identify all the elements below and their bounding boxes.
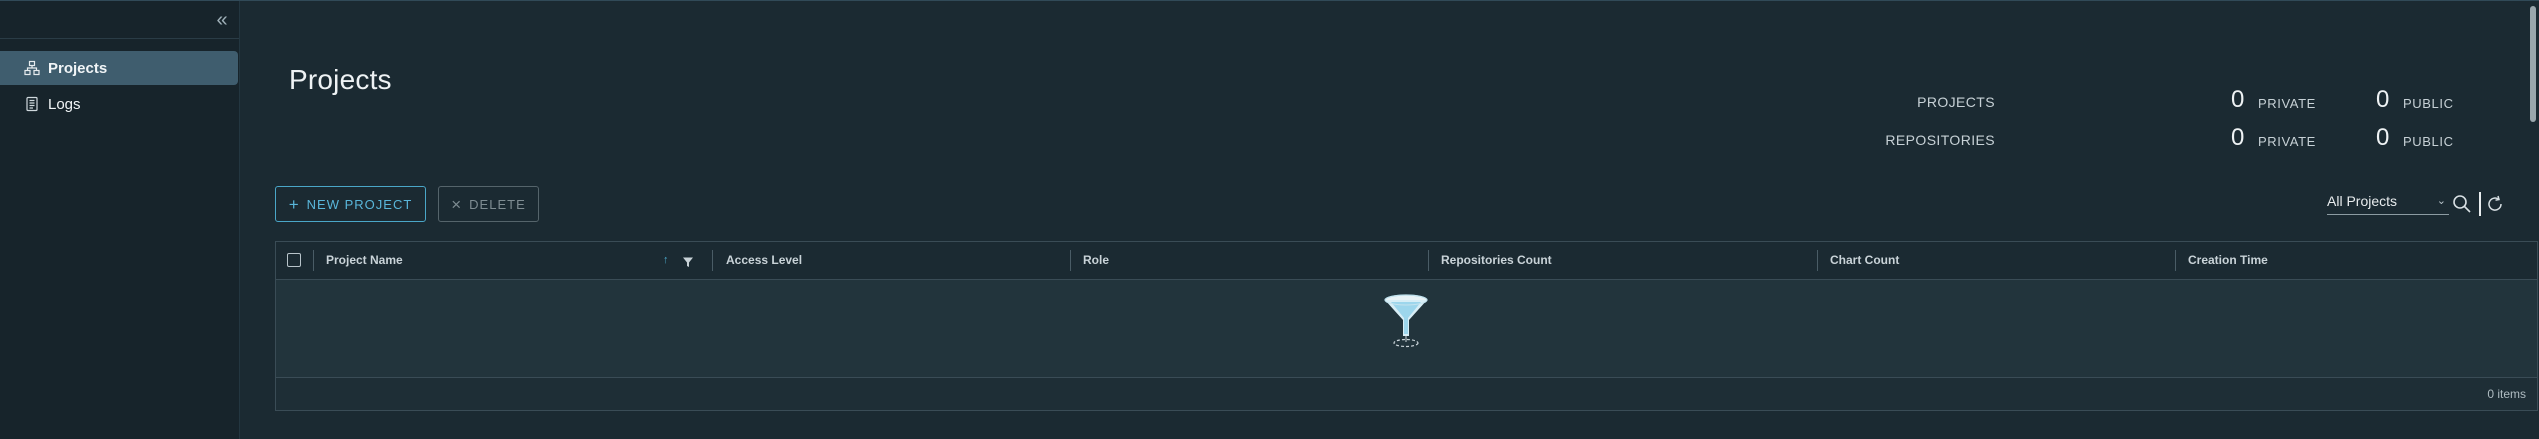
new-project-label: NEW PROJECT [306, 196, 413, 212]
repositories-public-count: 0 [2376, 124, 2390, 151]
collapse-sidebar-button[interactable]: « [212, 10, 232, 30]
projects-table: Project Name ↑ Access Level Role Reposit… [275, 241, 2538, 411]
column-header-chart-count[interactable]: Chart Count [1830, 242, 1899, 279]
logs-icon [24, 96, 40, 112]
repositories-public-label: PUBLIC [2403, 134, 2454, 149]
sidebar-item-label: Logs [48, 95, 81, 113]
column-separator [2175, 250, 2176, 271]
project-filter-value: All Projects [2327, 193, 2398, 209]
repositories-private-count: 0 [2231, 124, 2245, 151]
column-header-repositories-count[interactable]: Repositories Count [1441, 242, 1552, 279]
projects-icon [24, 60, 40, 76]
sidebar-item-label: Projects [48, 59, 108, 77]
column-separator [1817, 250, 1818, 271]
delete-button[interactable]: × DELETE [438, 186, 539, 222]
chevron-down-icon: ⌄ [2436, 195, 2446, 207]
repositories-private-label: PRIVATE [2258, 134, 2316, 149]
column-header-access-level[interactable]: Access Level [726, 242, 802, 279]
search-icon[interactable] [2451, 193, 2473, 215]
new-project-button[interactable]: + NEW PROJECT [275, 186, 426, 222]
delete-label: DELETE [469, 196, 526, 212]
refresh-icon[interactable] [2484, 193, 2506, 215]
projects-private-count: 0 [2231, 86, 2245, 113]
projects-public-label: PUBLIC [2403, 96, 2454, 111]
projects-stat-label: PROJECTS [1917, 94, 1995, 110]
close-icon: × [451, 194, 463, 214]
column-header-role[interactable]: Role [1083, 242, 1109, 279]
table-header: Project Name ↑ Access Level Role Reposit… [276, 242, 2537, 280]
sidebar-item-projects[interactable]: Projects [0, 51, 238, 85]
empty-funnel-icon [1381, 292, 1431, 352]
select-all-checkbox[interactable] [287, 253, 301, 267]
project-filter-select[interactable]: All Projects ⌄ [2327, 193, 2449, 215]
column-header-project-name[interactable]: Project Name [326, 242, 403, 279]
column-separator [1428, 250, 1429, 271]
table-footer: 0 items [276, 377, 2537, 411]
empty-placeholder [276, 280, 2537, 377]
page-scrollbar[interactable] [2530, 6, 2536, 122]
toolbar-divider [2479, 192, 2481, 216]
sort-ascending-icon[interactable]: ↑ [663, 242, 669, 279]
projects-public-count: 0 [2376, 86, 2390, 113]
items-count: 0 items [2487, 387, 2526, 401]
column-separator [313, 250, 314, 271]
sidebar-item-logs[interactable]: Logs [0, 87, 238, 121]
column-header-creation-time[interactable]: Creation Time [2188, 242, 2268, 279]
plus-icon: + [288, 194, 300, 214]
repositories-stat-label: REPOSITORIES [1885, 132, 1995, 148]
top-border [0, 0, 2539, 1]
page-title: Projects [289, 64, 392, 95]
sidebar: « Projects Logs [0, 1, 240, 439]
sidebar-divider [0, 38, 239, 39]
projects-private-label: PRIVATE [2258, 96, 2316, 111]
filter-icon[interactable] [682, 255, 694, 267]
column-separator [1070, 250, 1071, 271]
column-separator [712, 250, 713, 271]
